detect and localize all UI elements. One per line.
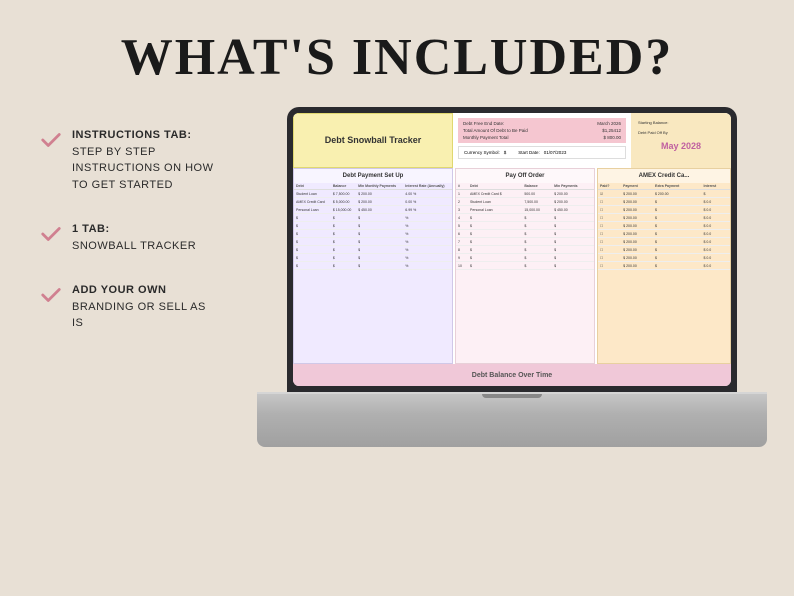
right-panel: Debt Snowball Tracker Debt Free End Date… — [240, 107, 794, 587]
ss-right-top: Starting Balance: Debt Paid Off By May 2… — [635, 117, 727, 158]
table-row: $$$% — [294, 214, 452, 222]
start-date-value: 01/07/2023 — [544, 150, 567, 155]
ss-df-row-2: Total Amount Of Debt to Be Paid $1,25412 — [463, 128, 621, 133]
check-icon-1 — [40, 129, 62, 151]
ss-payoff-order-table: # Debt Balance Min Payments 1 — [456, 183, 594, 270]
ss-payoff-order-title: Pay Off Order — [456, 169, 594, 183]
left-panel: INSTRUCTIONS TAB: STEP BY STEP INSTRUCTI… — [0, 107, 240, 587]
content-area: INSTRUCTIONS TAB: STEP BY STEP INSTRUCTI… — [0, 107, 794, 587]
bullet-item-branding: ADD YOUR OWN BRANDING OR SELL AS IS — [40, 282, 220, 332]
debt-paid-by-value: May 2028 — [638, 137, 724, 155]
table-row: 1 AMEX Credit Card $ 500.00 $ 200.00 — [456, 190, 594, 198]
spreadsheet: Debt Snowball Tracker Debt Free End Date… — [293, 113, 731, 386]
starting-balance-label: Starting Balance: — [638, 120, 724, 126]
monthly-payment-value: $ 800.00 — [603, 135, 621, 140]
ss-header: Debt Snowball Tracker Debt Free End Date… — [293, 113, 731, 168]
currency-label: Currency Symbol: — [464, 150, 500, 155]
bullet-item-instructions: INSTRUCTIONS TAB: STEP BY STEP INSTRUCTI… — [40, 127, 220, 193]
ss-df-row-3: Monthly Payment Total $ 800.00 — [463, 135, 621, 140]
ss-payment-setup-table: Debt Balance Min Monthly Payments Intere… — [294, 183, 452, 270]
table-row: $$$% — [294, 230, 452, 238]
cell-balance: $ 15,000.00 — [331, 206, 356, 214]
cell-debt: Personal Loan — [294, 206, 331, 214]
ss-debt-free: Debt Free End Date: March 2026 Total Amo… — [458, 118, 626, 143]
ss-title-text: Debt Snowball Tracker — [325, 135, 422, 147]
cell-min: $ 200.00 — [356, 190, 403, 198]
monthly-payment-label: Monthly Payment Total — [463, 135, 508, 140]
table-row: $$$% — [294, 254, 452, 262]
table-row: ☐$ 200.00$$ 0.0 — [598, 230, 730, 238]
table-row: ☐$ 200.00$$ 0.0 — [598, 254, 730, 262]
bullet-item-tab: 1 TAB: SNOWBALL TRACKER — [40, 221, 220, 254]
ss-header-right: Starting Balance: Debt Paid Off By May 2… — [631, 113, 731, 168]
check-icon-2 — [40, 223, 62, 245]
table-row: ☐$ 200.00$$ 0.0 — [598, 206, 730, 214]
table-row: ☐$ 200.00$$ 0.0 — [598, 222, 730, 230]
ss-credit-card-table: Paid? Payment Extra Payment Interest — [598, 183, 730, 270]
debt-free-label: Debt Free End Date: — [463, 121, 504, 126]
currency-value: $ — [504, 150, 507, 155]
check-icon-3 — [40, 284, 62, 306]
ss-payment-setup-title: Debt Payment Set Up — [294, 169, 452, 183]
table-row: ☐$ 200.00$$ 0.0 — [598, 214, 730, 222]
ss-currency-row: Currency Symbol: $ Start Date: 01/07/202… — [458, 146, 626, 159]
table-row: AMEX Credit Card $ 5,000.00 $ 200.00 0.0… — [294, 198, 452, 206]
table-row: 4$$$ — [456, 214, 594, 222]
table-row: 9$$$ — [456, 254, 594, 262]
table-row: 2 Student Loan 7,500.00 $ 200.00 — [456, 198, 594, 206]
table-row: 3 Personal Loan 15,000.00 $ 450.00 — [456, 206, 594, 214]
ss-col-payment-setup: Debt Payment Set Up Debt Balance Min Mon… — [293, 168, 453, 364]
ss-df-row-1: Debt Free End Date: March 2026 — [463, 121, 621, 126]
laptop-screen: Debt Snowball Tracker Debt Free End Date… — [293, 113, 731, 386]
cell-min: $ 200.00 — [356, 198, 403, 206]
cell-debt: AMEX Credit Card — [294, 198, 331, 206]
cell-interest: 6.99 % — [403, 206, 452, 214]
table-row: $$$% — [294, 262, 452, 270]
ss-body: Debt Payment Set Up Debt Balance Min Mon… — [293, 168, 731, 364]
laptop-base — [257, 392, 767, 447]
ss-footer: Debt Balance Over Time — [293, 364, 731, 386]
cell-debt: Student Loan — [294, 190, 331, 198]
table-row: ☐$ 200.00$$ 0.0 — [598, 262, 730, 270]
laptop-screen-wrapper: Debt Snowball Tracker Debt Free End Date… — [287, 107, 737, 392]
table-row: $$$% — [294, 238, 452, 246]
bullet-text-instructions: INSTRUCTIONS TAB: STEP BY STEP INSTRUCTI… — [72, 127, 220, 193]
table-row: 8$$$ — [456, 246, 594, 254]
table-row: ☑ $ 200.00 $ 200.00 $ — [598, 190, 730, 198]
table-row: ☐$ 200.00$$ 0.0 — [598, 198, 730, 206]
table-row: $$$% — [294, 222, 452, 230]
total-debt-label: Total Amount Of Debt to Be Paid — [463, 128, 528, 133]
ss-header-middle: Debt Free End Date: March 2026 Total Amo… — [453, 113, 631, 168]
ss-title-block: Debt Snowball Tracker — [293, 113, 453, 168]
ss-col-credit-card: AMEX Credit Ca... Paid? Payment Extra Pa… — [597, 168, 731, 364]
ss-footer-text: Debt Balance Over Time — [472, 372, 552, 379]
table-row: 6$$$ — [456, 230, 594, 238]
table-row: 7$$$ — [456, 238, 594, 246]
cell-min: $ 450.00 — [356, 206, 403, 214]
debt-free-value: March 2026 — [597, 121, 621, 126]
table-row: 10$$$ — [456, 262, 594, 270]
table-row: $$$% — [294, 246, 452, 254]
table-row: ☐$ 200.00$$ 0.0 — [598, 238, 730, 246]
total-debt-value: $1,25412 — [602, 128, 621, 133]
bullet-text-tab: 1 TAB: SNOWBALL TRACKER — [72, 221, 196, 254]
table-row: ☐$ 200.00$$ 0.0 — [598, 246, 730, 254]
cell-balance: $ 7,500.00 — [331, 190, 356, 198]
bullet-text-branding: ADD YOUR OWN BRANDING OR SELL AS IS — [72, 282, 220, 332]
table-row: Student Loan $ 7,500.00 $ 200.00 4.00 % — [294, 190, 452, 198]
table-row: Personal Loan $ 15,000.00 $ 450.00 6.99 … — [294, 206, 452, 214]
ss-credit-card-title: AMEX Credit Ca... — [598, 169, 730, 183]
page-title: WHAT'S INCLUDED? — [0, 0, 794, 87]
laptop-mockup: Debt Snowball Tracker Debt Free End Date… — [257, 107, 767, 447]
start-date-label: Start Date: — [518, 150, 540, 155]
cell-balance: $ 5,000.00 — [331, 198, 356, 206]
ss-col-payoff-order: Pay Off Order # Debt Balance Min Payment… — [455, 168, 595, 364]
cell-interest: 4.00 % — [403, 190, 452, 198]
cell-interest: 0.00 % — [403, 198, 452, 206]
table-row: 5$$$ — [456, 222, 594, 230]
